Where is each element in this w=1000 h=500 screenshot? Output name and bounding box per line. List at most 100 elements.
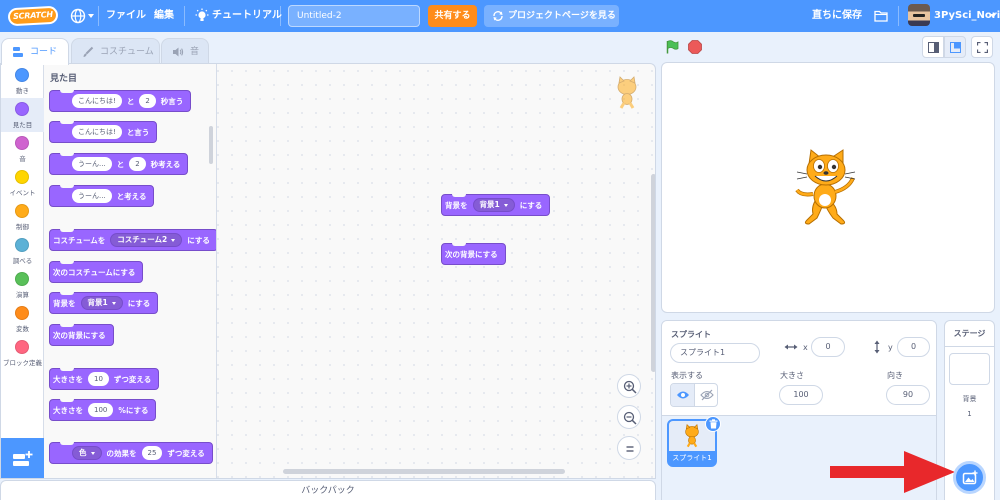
save-now-button[interactable]: 直ちに保存 — [812, 0, 862, 32]
category-variables[interactable]: 変数 — [1, 302, 44, 336]
block-palette: 見た目 こんにちは! と 2 秒言う こんにちは! と言う うーん... と 2 秒考える う… — [44, 64, 217, 478]
category-dot-icon — [15, 102, 29, 116]
dropdown-caret-icon — [111, 301, 116, 305]
vertical-arrows-icon — [874, 340, 880, 354]
user-avatar[interactable] — [908, 4, 930, 26]
green-flag-icon[interactable] — [665, 40, 679, 54]
category-events[interactable]: イベント — [1, 166, 44, 200]
show-sprite-button[interactable] — [671, 384, 695, 406]
code-workspace: 動き 見た目 音 イベント 制御 調べる 演算 変数 ブロック定義 見た目 こん… — [0, 63, 656, 479]
small-stage-icon — [928, 42, 939, 53]
add-extension-button[interactable] — [1, 438, 44, 478]
script-block-next-backdrop[interactable]: 次の背景にする — [441, 243, 506, 265]
lightbulb-icon — [195, 8, 209, 21]
palette-scrollbar[interactable] — [209, 126, 213, 164]
category-sound[interactable]: 音 — [1, 132, 44, 166]
speaker-icon — [173, 47, 184, 57]
script-block-switch-backdrop[interactable]: 背景を 背景1 にする — [441, 194, 551, 216]
size-input[interactable]: 100 — [779, 385, 823, 405]
category-motion[interactable]: 動き — [1, 64, 44, 98]
hide-sprite-button[interactable] — [695, 384, 717, 406]
category-dot-icon — [15, 238, 29, 252]
script-horizontal-scrollbar[interactable] — [283, 469, 565, 474]
zoom-reset-button[interactable] — [617, 436, 641, 460]
dropdown-caret-icon — [503, 203, 508, 207]
block-next-costume[interactable]: 次のコスチュームにする — [49, 261, 144, 283]
category-my-blocks[interactable]: ブロック定義 — [1, 336, 44, 370]
scratch-cat-sprite[interactable] — [793, 148, 859, 226]
equals-icon — [626, 446, 634, 452]
choose-backdrop-button[interactable] — [953, 461, 986, 494]
see-project-page-button[interactable]: プロジェクトページを見る — [484, 5, 619, 27]
block-switch-backdrop[interactable]: 背景を 背景1 にする — [49, 292, 159, 314]
category-dot-icon — [15, 170, 29, 184]
block-change-size[interactable]: 大きさを 10 ずつ変える — [49, 368, 160, 390]
trash-icon — [709, 419, 718, 429]
category-looks[interactable]: 見た目 — [1, 98, 44, 132]
red-annotation-arrow — [830, 451, 955, 493]
menu-bar: SCRATCH ファイル 編集 チュートリアル 共有する プロジェクトページを見… — [0, 0, 1000, 32]
code-blocks-icon — [13, 47, 23, 57]
category-dot-icon — [15, 204, 29, 218]
delete-sprite-button[interactable] — [705, 416, 721, 432]
zoom-in-icon — [623, 380, 637, 394]
dropdown-caret-icon — [90, 451, 95, 455]
globe-icon[interactable] — [70, 8, 86, 24]
block-set-size[interactable]: 大きさを 100 %にする — [49, 399, 157, 421]
direction-input[interactable]: 90 — [886, 385, 930, 405]
dropdown-caret-icon — [171, 238, 176, 242]
large-stage-icon — [950, 42, 961, 53]
block-change-effect[interactable]: 色の効果を 25 ずつ変える — [49, 442, 213, 464]
tab-code[interactable]: コード — [1, 38, 69, 65]
tab-sounds[interactable]: 音 — [161, 38, 209, 64]
horizontal-arrows-icon — [784, 344, 798, 350]
zoom-in-button[interactable] — [617, 374, 641, 398]
script-vertical-scrollbar[interactable] — [651, 174, 655, 372]
stop-sign-icon[interactable] — [688, 40, 702, 54]
scratch-logo[interactable]: SCRATCH — [7, 5, 59, 27]
backpack-bar[interactable]: バックパック — [0, 480, 656, 500]
refresh-arrows-icon — [493, 11, 503, 21]
zoom-out-button[interactable] — [617, 405, 641, 429]
zoom-out-icon — [623, 411, 637, 425]
see-project-page-label: プロジェクトページを見る — [508, 11, 616, 21]
tutorials-menu[interactable]: チュートリアル — [212, 0, 282, 32]
block-think-for-secs[interactable]: うーん... と 2 秒考える — [49, 153, 189, 175]
category-dot-icon — [15, 272, 29, 286]
script-area[interactable]: 背景を 背景1 にする 次の背景にする — [217, 64, 655, 478]
file-menu[interactable]: ファイル — [106, 0, 146, 32]
fullscreen-button[interactable] — [971, 36, 993, 58]
backdrop-image-icon — [962, 470, 978, 485]
category-sensing[interactable]: 調べる — [1, 234, 44, 268]
category-control[interactable]: 制御 — [1, 200, 44, 234]
user-caret-icon — [990, 14, 996, 18]
y-position-input[interactable]: 0 — [897, 337, 930, 357]
language-caret-icon — [88, 14, 94, 18]
paintbrush-icon — [83, 46, 94, 57]
project-title-input[interactable] — [288, 5, 420, 27]
edit-menu[interactable]: 編集 — [154, 0, 174, 32]
palette-heading-looks: 見た目 — [50, 74, 78, 84]
small-stage-button[interactable] — [922, 36, 944, 58]
current-sprite-watermark-icon — [617, 76, 637, 109]
block-say-for-secs[interactable]: こんにちは! と 2 秒言う — [49, 90, 192, 112]
fullscreen-icon — [977, 42, 988, 53]
share-button[interactable]: 共有する — [428, 5, 477, 27]
tab-costumes[interactable]: コスチューム — [71, 38, 160, 64]
category-menu: 動き 見た目 音 イベント 制御 調べる 演算 変数 ブロック定義 — [1, 64, 44, 438]
my-stuff-folder-icon[interactable] — [874, 9, 888, 22]
backdrop-thumbnail[interactable] — [949, 353, 990, 385]
x-position-input[interactable]: 0 — [811, 337, 845, 357]
large-stage-button[interactable] — [944, 36, 966, 58]
block-think[interactable]: うーん... と考える — [49, 185, 155, 207]
block-say[interactable]: こんにちは! と言う — [49, 121, 158, 143]
block-switch-costume[interactable]: コスチュームを コスチューム2 にする — [49, 229, 216, 251]
category-operators[interactable]: 演算 — [1, 268, 44, 302]
eye-icon — [677, 391, 689, 399]
sprite-cat-thumb-icon — [685, 423, 699, 448]
block-next-backdrop[interactable]: 次の背景にする — [49, 324, 114, 346]
visibility-toggle — [670, 383, 718, 407]
sprite-name-input[interactable]: スプライト1 — [670, 343, 760, 363]
category-dot-icon — [15, 136, 29, 150]
category-dot-icon — [15, 68, 29, 82]
